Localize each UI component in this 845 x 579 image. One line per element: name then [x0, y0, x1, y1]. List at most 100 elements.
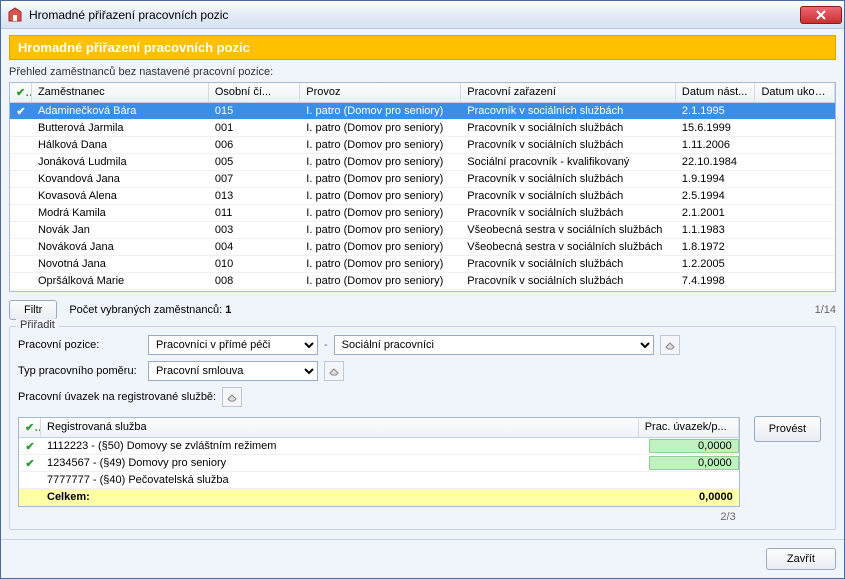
- cell-role: Pracovník v sociálních službách: [461, 173, 676, 185]
- cell-start: 2.1.1995: [676, 105, 756, 117]
- employees-grid-header: ✔ Zaměstnanec Osobní čí... Provoz Pracov…: [10, 83, 835, 103]
- table-row[interactable]: Novák Jan003I. patro (Domov pro seniory)…: [10, 222, 835, 239]
- cell-loc: I. patro (Domov pro seniory): [300, 122, 461, 134]
- cell-start: 1.8.1972: [676, 241, 756, 253]
- cell-num: 013: [209, 190, 300, 202]
- services-grid: ✔ Registrovaná služba Prac. úvazek/p... …: [18, 417, 740, 507]
- cell-loc: I. patro (Domov pro seniory): [300, 241, 461, 253]
- table-row[interactable]: Nováková Jana004I. patro (Domov pro seni…: [10, 239, 835, 256]
- cell-num: 006: [209, 139, 300, 151]
- services-total-label: Celkem:: [41, 491, 649, 503]
- services-total-value: 0,0000: [649, 491, 739, 503]
- execute-button[interactable]: Provést: [754, 416, 821, 442]
- table-row[interactable]: Kovasová Alena013I. patro (Domov pro sen…: [10, 188, 835, 205]
- cell-role: Pracovník v sociálních službách: [461, 190, 676, 202]
- selected-count-label: Počet vybraných zaměstnanců:: [69, 304, 222, 316]
- cell-name: Kovasová Alena: [32, 190, 209, 202]
- table-row[interactable]: Jonáková Ludmila005I. patro (Domov pro s…: [10, 154, 835, 171]
- cell-loc: I. patro (Domov pro seniory): [300, 105, 461, 117]
- srv-row-value[interactable]: 0,0000: [649, 456, 739, 470]
- service-row[interactable]: 7777777 - (§40) Pečovatelská služba: [19, 472, 739, 489]
- window: Hromadné přiřazení pracovních pozic Hrom…: [0, 0, 845, 579]
- employees-pager: 1/14: [815, 304, 836, 316]
- employees-grid: ✔ Zaměstnanec Osobní čí... Provoz Pracov…: [9, 82, 836, 292]
- col-header-role[interactable]: Pracovní zařazení: [461, 83, 676, 102]
- table-row[interactable]: Modrá Kamila011I. patro (Domov pro senio…: [10, 205, 835, 222]
- srv-row-check[interactable]: ✔: [19, 457, 41, 470]
- close-button[interactable]: Zavřít: [766, 548, 836, 570]
- srv-row-name: 1112223 - (§50) Domovy se zvláštním reži…: [41, 440, 649, 452]
- table-row[interactable]: ✔Adaminečková Bára015I. patro (Domov pro…: [10, 103, 835, 120]
- registered-label: Pracovní úvazek na registrované službě:: [18, 391, 216, 403]
- cell-name: Opršálková Marie: [32, 275, 209, 287]
- col-header-num[interactable]: Osobní čí...: [209, 83, 300, 102]
- banner: Hromadné přiřazení pracovních pozic: [9, 35, 836, 60]
- table-row[interactable]: Hálková Dana006I. patro (Domov pro senio…: [10, 137, 835, 154]
- cell-start: 22.10.1984: [676, 156, 756, 168]
- table-row[interactable]: Novotná Jana010I. patro (Domov pro senio…: [10, 256, 835, 273]
- srv-row-name: 7777777 - (§40) Pečovatelská služba: [41, 474, 649, 486]
- col-header-start[interactable]: Datum nást...: [676, 83, 756, 102]
- window-title: Hromadné přiřazení pracovních pozic: [29, 8, 800, 22]
- cell-loc: I. patro (Domov pro seniory): [300, 156, 461, 168]
- cell-num: 010: [209, 258, 300, 270]
- cell-start: 2.1.2001: [676, 207, 756, 219]
- cell-name: Modrá Kamila: [32, 207, 209, 219]
- cell-loc: I. patro (Domov pro seniory): [300, 224, 461, 236]
- cell-start: 1.2.2005: [676, 258, 756, 270]
- employees-grid-body[interactable]: ✔Adaminečková Bára015I. patro (Domov pro…: [10, 103, 835, 291]
- cell-name: Hálková Dana: [32, 139, 209, 151]
- cell-role: Sociální pracovník - kvalifikovaný: [461, 156, 676, 168]
- table-row[interactable]: Kovandová Jana007I. patro (Domov pro sen…: [10, 171, 835, 188]
- position-eraser-button[interactable]: [660, 335, 680, 355]
- filter-button[interactable]: Filtr: [9, 300, 57, 320]
- cell-start: 1.9.1994: [676, 173, 756, 185]
- col-header-check[interactable]: ✔: [10, 83, 32, 102]
- srv-row-value[interactable]: 0,0000: [649, 439, 739, 453]
- app-icon: [7, 7, 23, 23]
- emp-type-label: Typ pracovního poměru:: [18, 365, 142, 377]
- cell-name: Novotná Jana: [32, 258, 209, 270]
- cell-start: 15.6.1999: [676, 122, 756, 134]
- cell-num: 003: [209, 224, 300, 236]
- srv-col-val[interactable]: Prac. úvazek/p...: [639, 418, 739, 437]
- row-check[interactable]: ✔: [10, 105, 32, 118]
- service-row[interactable]: ✔1234567 - (§49) Domovy pro seniory0,000…: [19, 455, 739, 472]
- cell-start: 2.5.1994: [676, 190, 756, 202]
- table-row[interactable]: Butterová Jarmila001I. patro (Domov pro …: [10, 120, 835, 137]
- position-sub-select[interactable]: Sociální pracovníci: [334, 335, 654, 355]
- registered-eraser-button[interactable]: [222, 387, 242, 407]
- emp-type-eraser-button[interactable]: [324, 361, 344, 381]
- cell-role: Pracovník v sociálních službách: [461, 139, 676, 151]
- col-header-loc[interactable]: Provoz: [300, 83, 461, 102]
- srv-row-name: 1234567 - (§49) Domovy pro seniory: [41, 457, 649, 469]
- srv-col-check[interactable]: ✔: [19, 418, 41, 437]
- employees-label: Přehled zaměstnanců bez nastavené pracov…: [9, 66, 836, 78]
- cell-name: Nováková Jana: [32, 241, 209, 253]
- position-select[interactable]: Pracovníci v přímé péči: [148, 335, 318, 355]
- cell-num: 011: [209, 207, 300, 219]
- cell-start: 7.4.1998: [676, 275, 756, 287]
- services-grid-body[interactable]: ✔1112223 - (§50) Domovy se zvláštním rež…: [19, 438, 739, 489]
- cell-num: 004: [209, 241, 300, 253]
- cell-role: Pracovník v sociálních službách: [461, 258, 676, 270]
- cell-num: 015: [209, 105, 300, 117]
- assign-legend: Přiřadit: [16, 319, 59, 331]
- service-row[interactable]: ✔1112223 - (§50) Domovy se zvláštním rež…: [19, 438, 739, 455]
- window-close-button[interactable]: [800, 6, 842, 24]
- cell-start: 1.1.1983: [676, 224, 756, 236]
- cell-loc: I. patro (Domov pro seniory): [300, 207, 461, 219]
- services-total-row: Celkem: 0,0000: [19, 489, 739, 506]
- titlebar: Hromadné přiřazení pracovních pozic: [1, 1, 844, 29]
- cell-num: 007: [209, 173, 300, 185]
- srv-row-check[interactable]: ✔: [19, 440, 41, 453]
- cell-name: Kovandová Jana: [32, 173, 209, 185]
- cell-num: 005: [209, 156, 300, 168]
- emp-type-select[interactable]: Pracovní smlouva: [148, 361, 318, 381]
- content: Hromadné přiřazení pracovních pozic Přeh…: [1, 29, 844, 539]
- col-header-end[interactable]: Datum ukon...: [755, 83, 835, 102]
- col-header-name[interactable]: Zaměstnanec: [32, 83, 209, 102]
- table-row[interactable]: Opršálková Marie008I. patro (Domov pro s…: [10, 273, 835, 290]
- srv-col-name[interactable]: Registrovaná služba: [41, 418, 639, 437]
- cell-role: Všeobecná sestra v sociálních službách: [461, 241, 676, 253]
